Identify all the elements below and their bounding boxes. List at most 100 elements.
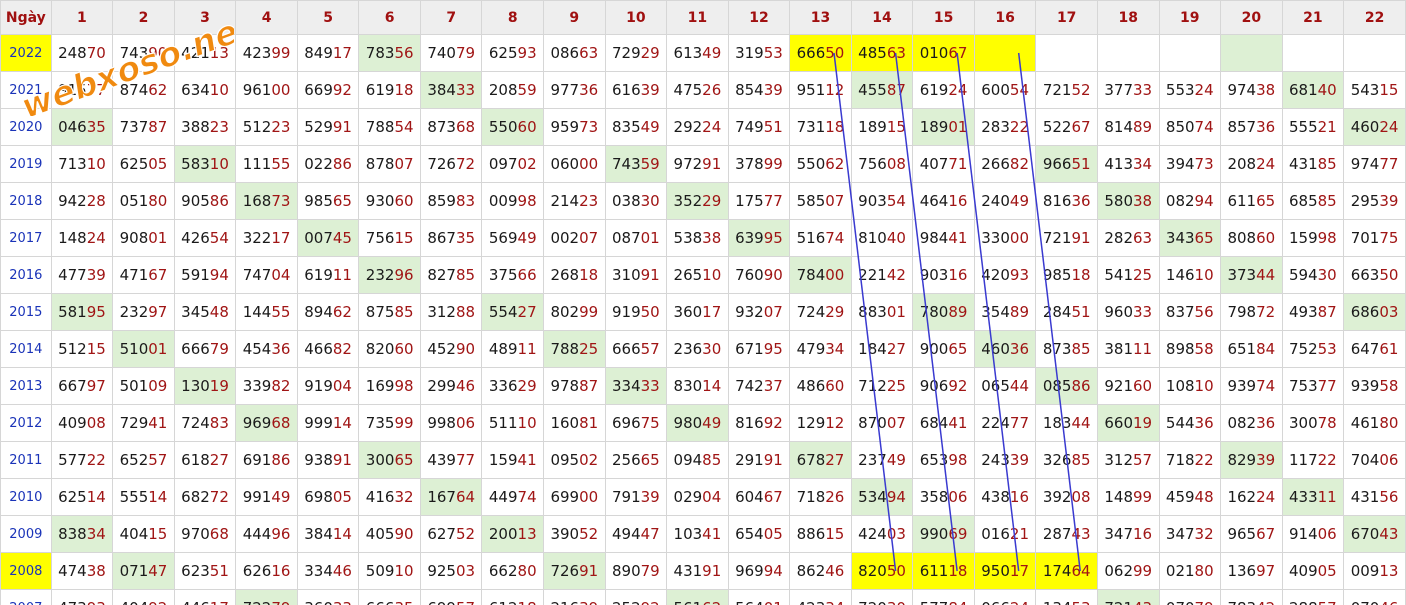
year-cell[interactable]: 2016 [0, 256, 52, 294]
result-cell: 02904 [666, 478, 729, 516]
result-cell [1281, 34, 1345, 72]
result-suffix: 00 [579, 488, 599, 506]
year-cell[interactable]: 2017 [0, 219, 52, 257]
result-prefix: 701 [1350, 229, 1380, 247]
result-prefix: 381 [1104, 340, 1133, 358]
result-suffix: 92 [641, 599, 660, 605]
result-suffix: 59 [517, 81, 537, 99]
year-cell[interactable]: 2013 [0, 367, 52, 405]
year-cell[interactable]: 2015 [0, 293, 52, 331]
result-suffix: 51 [763, 118, 783, 136]
year-cell[interactable]: 2020 [0, 108, 52, 146]
result-suffix: 99 [271, 44, 291, 62]
result-cell: 00998 [481, 182, 545, 220]
result-cell: 54436 [1158, 404, 1222, 442]
year-cell[interactable]: 2012 [0, 404, 52, 442]
result-prefix: 352 [673, 192, 703, 210]
result-prefix: 721 [1042, 81, 1072, 99]
result-suffix: 94 [886, 488, 906, 506]
result-prefix: 094 [673, 451, 703, 469]
result-suffix: 05 [763, 525, 783, 543]
result-prefix: 319 [735, 44, 764, 62]
result-prefix: 585 [796, 192, 826, 210]
result-cell: 42113 [173, 34, 237, 72]
year-cell[interactable]: 2019 [0, 145, 52, 183]
result-prefix: 160 [550, 414, 580, 432]
result-suffix: 39 [640, 488, 660, 506]
result-cell: 54125 [1096, 256, 1160, 294]
result-cell: 24049 [973, 182, 1037, 220]
result-cell: 98441 [912, 219, 975, 257]
result-cell: 72672 [419, 145, 483, 183]
result-prefix: 577 [58, 451, 87, 469]
year-row: 2007473934049244617722793603366635699576… [0, 589, 1406, 605]
result-prefix: 409 [58, 414, 87, 432]
result-suffix: 07 [825, 192, 845, 210]
result-suffix: 01 [948, 118, 968, 136]
result-prefix: 977 [550, 81, 580, 99]
year-cell[interactable]: 2007 [0, 589, 52, 605]
result-prefix: 433 [1289, 488, 1318, 506]
result-prefix: 265 [673, 266, 703, 284]
result-suffix: 92 [332, 81, 352, 99]
year-row: 2021 91577 87462 63410 96100 66992 61918 38433 2… [0, 71, 1406, 109]
year-cell[interactable]: 2011 [0, 441, 52, 479]
day-header: 3 [173, 0, 237, 35]
result-suffix: 16 [1133, 525, 1153, 543]
result-prefix: 814 [1104, 118, 1133, 136]
day-header: 2 [112, 0, 175, 35]
result-suffix: 98 [517, 192, 537, 210]
result-cell: 16081 [543, 404, 606, 442]
result-suffix: 12 [825, 414, 845, 432]
result-suffix: 02 [517, 155, 537, 173]
result-prefix: 808 [1227, 229, 1257, 247]
result-cell: 29224 [666, 108, 729, 146]
result-prefix: 007 [304, 229, 333, 247]
result-cell: 71826 [789, 478, 852, 516]
result-prefix: 268 [550, 266, 580, 284]
result-cell: 41632 [358, 478, 421, 516]
result-suffix: 62 [148, 81, 168, 99]
result-cell: 47393 [50, 589, 114, 605]
result-cell: 97291 [666, 145, 729, 183]
result-suffix: 25 [579, 340, 599, 358]
result-suffix: 62 [702, 599, 721, 605]
result-prefix: 070 [1166, 599, 1195, 605]
result-suffix: 43 [1071, 525, 1091, 543]
year-cell[interactable]: 2022 [0, 34, 52, 72]
ngay-header: Ngày [0, 0, 52, 35]
result-prefix: 295 [1350, 192, 1380, 210]
result-cell: 37344 [1220, 256, 1283, 294]
result-suffix: 99 [763, 155, 783, 173]
result-suffix: 07 [763, 303, 783, 321]
year-cell[interactable]: 2009 [0, 515, 52, 553]
result-prefix: 291 [735, 451, 764, 469]
day-header: 8 [481, 0, 545, 35]
result-suffix: 33 [1133, 303, 1153, 321]
result-suffix: 63 [579, 44, 599, 62]
year-cell[interactable]: 2021 [0, 71, 52, 109]
result-suffix: 05 [1317, 562, 1337, 580]
result-suffix: 15 [148, 525, 168, 543]
result-suffix: 84 [1256, 340, 1276, 358]
result-suffix: 32 [1194, 525, 1214, 543]
result-cell: 55060 [481, 108, 545, 146]
result-suffix: 54 [886, 192, 906, 210]
result-suffix: 01 [640, 229, 660, 247]
result-suffix: 91 [579, 562, 599, 580]
year-cell[interactable]: 2010 [0, 478, 52, 516]
year-cell[interactable]: 2008 [0, 552, 52, 590]
result-cell: 21423 [543, 182, 606, 220]
year-cell[interactable]: 2014 [0, 330, 52, 368]
result-prefix: 216 [550, 599, 579, 605]
result-suffix: 10 [86, 155, 106, 173]
year-cell[interactable]: 2018 [0, 182, 52, 220]
result-cell: 94228 [50, 182, 114, 220]
result-cell: 24339 [973, 441, 1037, 479]
result-cell: 72929 [604, 34, 668, 72]
result-prefix: 326 [1042, 451, 1072, 469]
result-suffix: 46 [455, 377, 476, 395]
result-cell: 87585 [358, 293, 421, 331]
result-prefix: 939 [1350, 377, 1380, 395]
result-suffix: 46 [825, 562, 845, 580]
